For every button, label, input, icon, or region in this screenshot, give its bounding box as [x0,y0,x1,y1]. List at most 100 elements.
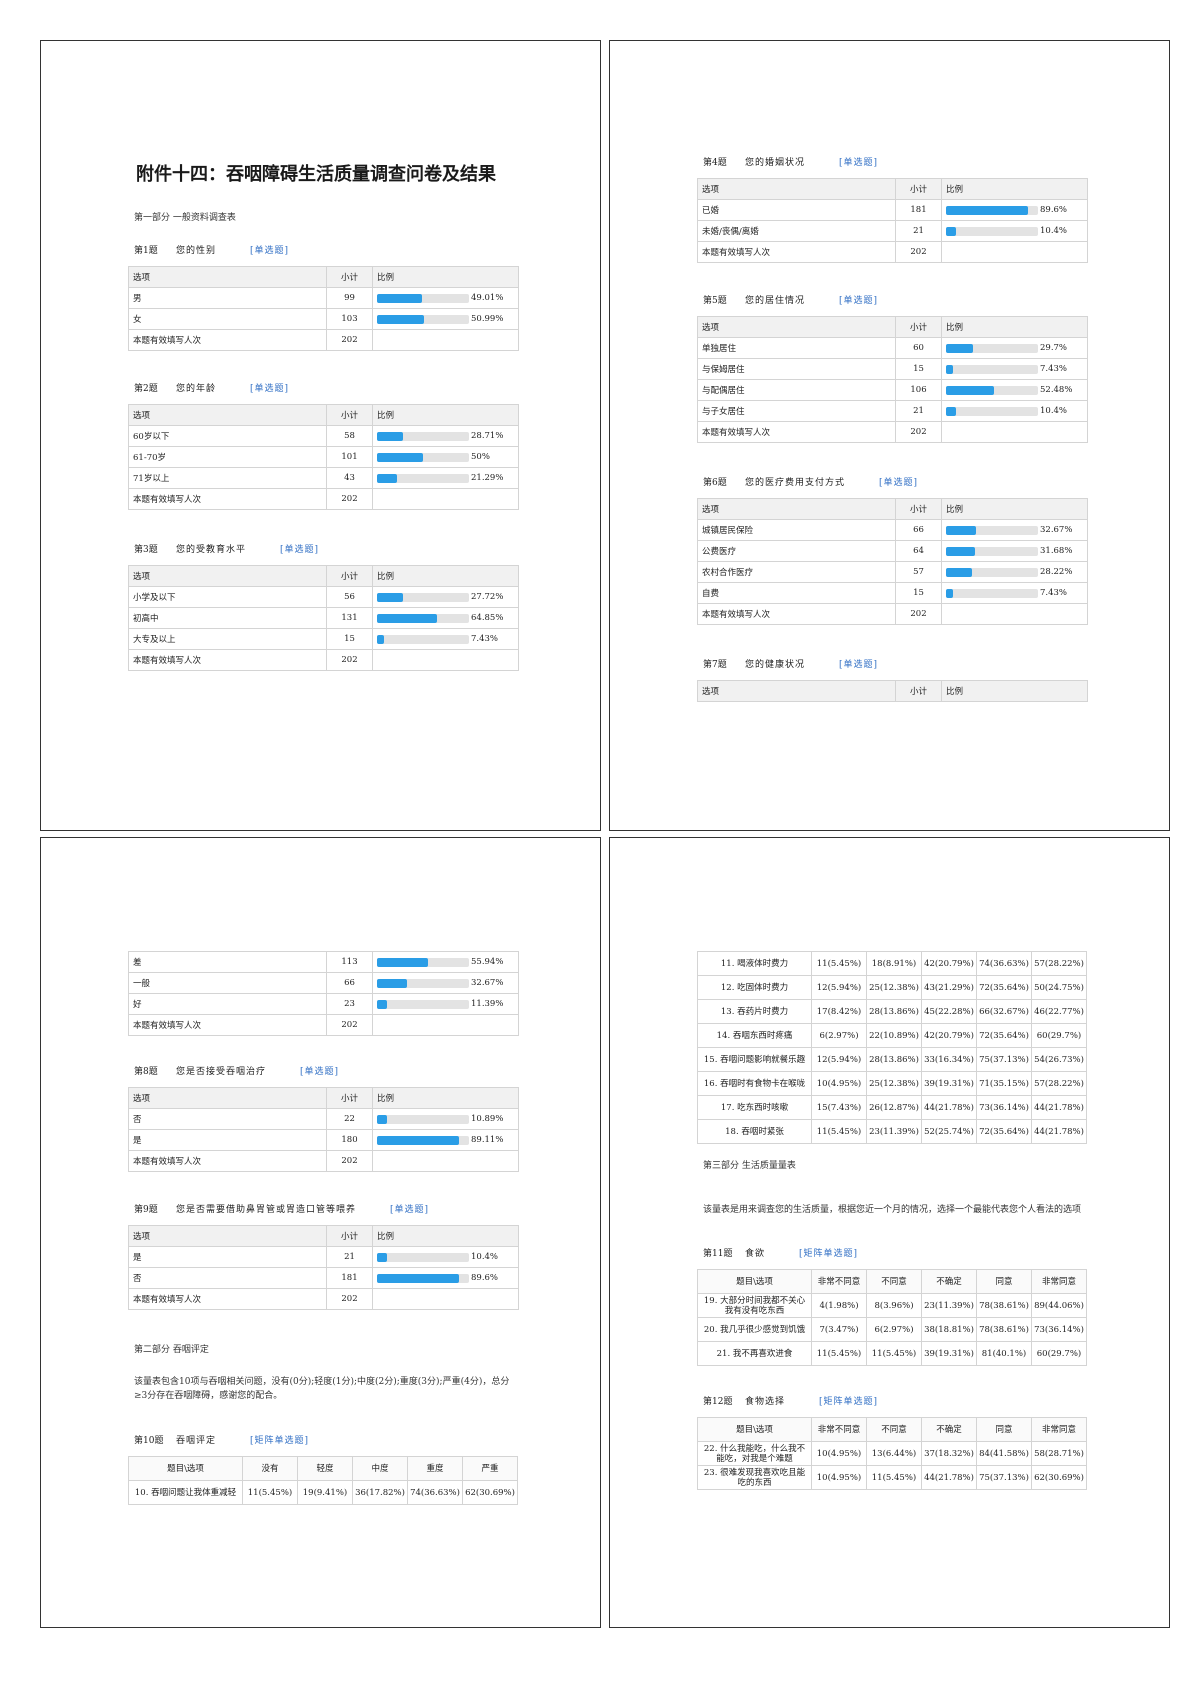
question-2: 第2题 您的年龄 [单选题] 选项 小计 比例 60岁以下 58 28.71% 61-70岁 101… [128,382,519,510]
table-header-row: 选项 小计 比例 [697,178,1088,200]
option-count: 99 [326,287,373,309]
table-header-row: 选项 小计 比例 [697,680,1088,702]
progress-bar-fill [946,546,976,556]
question-table: 选项 小计 比例 小学及以下 56 27.72% 初高中 131 64.85% 大专及以上 15 7.… [128,565,519,671]
matrix-cell: 44(21.78%) [1031,1119,1087,1144]
matrix-cell: 89(44.06%) [1031,1293,1087,1318]
matrix-cell: 66(32.67%) [976,999,1032,1024]
question-9: 第9题 您是否需要借助鼻胃管或胃造口管等喂养 [单选题] 选项 小计 比例是 21 10.4%… [128,1203,519,1310]
matrix-header-cell: 没有 [242,1456,298,1481]
matrix-cell: 10(4.95%) [811,1071,867,1096]
matrix-cell: 11(5.45%) [811,1341,867,1366]
matrix-cell: 22(10.89%) [866,1023,922,1048]
question-type-link[interactable]: [矩阵单选题] [819,1397,878,1407]
table-row: 差 113 55.94% [128,951,519,973]
header-option: 选项 [697,498,896,520]
progress-bar-fill [377,634,384,644]
question-type-link[interactable]: [单选题] [250,384,289,394]
matrix-cell: 73(36.14%) [976,1095,1032,1120]
matrix-row: 10. 吞咽问题让我体重减轻 11(5.45%) 19(9.41%) 36(17.82… [128,1480,518,1505]
matrix-row-label: 10. 吞咽问题让我体重减轻 [128,1480,243,1505]
option-label: 女 [128,308,327,330]
question-3: 第3题 您的受教育水平 [单选题] 选项 小计 比例 小学及以下 56 27.72% 初高中 131… [128,543,519,671]
total-count: 202 [326,1014,373,1036]
total-empty [372,1288,519,1310]
matrix-cell: 11(5.45%) [242,1480,298,1505]
question-type-link[interactable]: [单选题] [879,478,918,488]
header-option: 选项 [697,316,896,338]
progress-bar-fill [377,1114,388,1124]
progress-bar-fill [946,406,956,416]
matrix-cell: 25(12.38%) [866,975,922,1000]
total-count: 202 [326,1288,373,1310]
matrix-cell: 44(21.78%) [1031,1095,1087,1120]
question-7-table-head: 选项 小计 比例 [697,680,1088,702]
matrix-row: 19. 大部分时间我都不关心我有没有吃东西 4(1.98%) 8(3.96%) 23(… [697,1293,1087,1318]
option-count: 181 [326,1267,373,1289]
table-header-row: 选项 小计 比例 [128,1087,519,1109]
question-type-link[interactable]: [矩阵单选题] [250,1436,309,1446]
header-ratio: 比例 [941,178,1088,200]
matrix-cell: 50(24.75%) [1031,975,1087,1000]
question-6: 第6题 您的医疗费用支付方式 [单选题] 选项 小计 比例 城镇居民保险 66 32.67% 公费… [697,476,1088,625]
header-ratio: 比例 [941,316,1088,338]
matrix-cell: 62(30.69%) [462,1480,518,1505]
total-count: 202 [326,1150,373,1172]
question-type-link[interactable]: [单选题] [839,296,878,306]
question-header: 第9题 您是否需要借助鼻胃管或胃造口管等喂养 [单选题] [134,1203,518,1217]
matrix-cell: 81(40.1%) [976,1341,1032,1366]
matrix-cell: 4(1.98%) [811,1293,867,1318]
question-type-link[interactable]: [单选题] [280,545,319,555]
question-11: 第11题 食欲 [矩阵单选题] 题目\选项 非常不同意 不同意 不确定 同意 非常同意 19. 大… [697,1247,1087,1366]
question-text: 您是否接受吞咽治疗 [176,1067,267,1077]
ratio-text: 64.85% [471,613,504,623]
question-type-link[interactable]: [单选题] [839,158,878,168]
table-total-row: 本题有效填写人次 202 [697,421,1088,443]
question-type-link[interactable]: [单选题] [250,246,289,256]
option-count: 21 [895,220,942,242]
matrix-header-cell: 严重 [462,1456,518,1481]
header-ratio: 比例 [941,680,1088,702]
total-empty [941,241,1088,263]
question-header: 第7题 您的健康状况 [单选题] [703,658,1087,672]
question-type-link[interactable]: [单选题] [300,1067,339,1077]
option-ratio: 7.43% [941,582,1088,604]
total-empty [372,1014,519,1036]
question-number: 第7题 [703,660,727,670]
matrix-cell: 28(13.86%) [866,1047,922,1072]
option-ratio: 29.7% [941,337,1088,359]
header-ratio: 比例 [372,1225,519,1247]
matrix-row: 11. 喝液体时费力 11(5.45%) 18(8.91%) 42(20.79%) 74… [697,951,1087,976]
option-ratio: 50% [372,446,519,468]
question-type-link[interactable]: [单选题] [390,1205,429,1215]
matrix-cell: 18(8.91%) [866,951,922,976]
header-count: 小计 [326,266,373,288]
matrix-cell: 36(17.82%) [352,1480,408,1505]
ratio-text: 21.29% [471,473,504,483]
matrix-cell: 62(30.69%) [1031,1465,1087,1490]
page-title: 附件十四：吞咽障碍生活质量调查问卷及结果 [136,164,496,185]
matrix-cell: 33(16.34%) [921,1047,977,1072]
matrix-cell: 39(19.31%) [921,1071,977,1096]
matrix-header-cell: 非常同意 [1031,1269,1087,1294]
matrix-cell: 73(36.14%) [1031,1317,1087,1342]
header-count: 小计 [895,498,942,520]
option-count: 22 [326,1108,373,1130]
matrix-header-cell: 非常不同意 [811,1269,867,1294]
question-table: 选项 小计 比例 城镇居民保险 66 32.67% 公费医疗 64 31.68% 农村合作医疗 57… [697,498,1088,625]
ratio-text: 89.6% [1040,205,1068,215]
table-header-row: 选项 小计 比例 [128,404,519,426]
ratio-text: 29.7% [1040,343,1068,353]
table-row: 与配偶居住 106 52.48% [697,379,1088,401]
matrix-row: 16. 吞咽时有食物卡在喉咙 10(4.95%) 25(12.38%) 39(19.3… [697,1071,1087,1096]
option-count: 57 [895,561,942,583]
progress-bar-fill [946,364,953,374]
option-label: 好 [128,993,327,1015]
progress-bar-fill [946,226,956,236]
question-type-link[interactable]: [单选题] [839,660,878,670]
table-row: 小学及以下 56 27.72% [128,586,519,608]
section-label: 第一部分 一般资料调查表 [134,213,236,223]
matrix-row-label: 17. 吃东西时咳嗽 [697,1095,812,1120]
ratio-text: 52.48% [1040,385,1073,395]
question-type-link[interactable]: [矩阵单选题] [799,1249,858,1259]
